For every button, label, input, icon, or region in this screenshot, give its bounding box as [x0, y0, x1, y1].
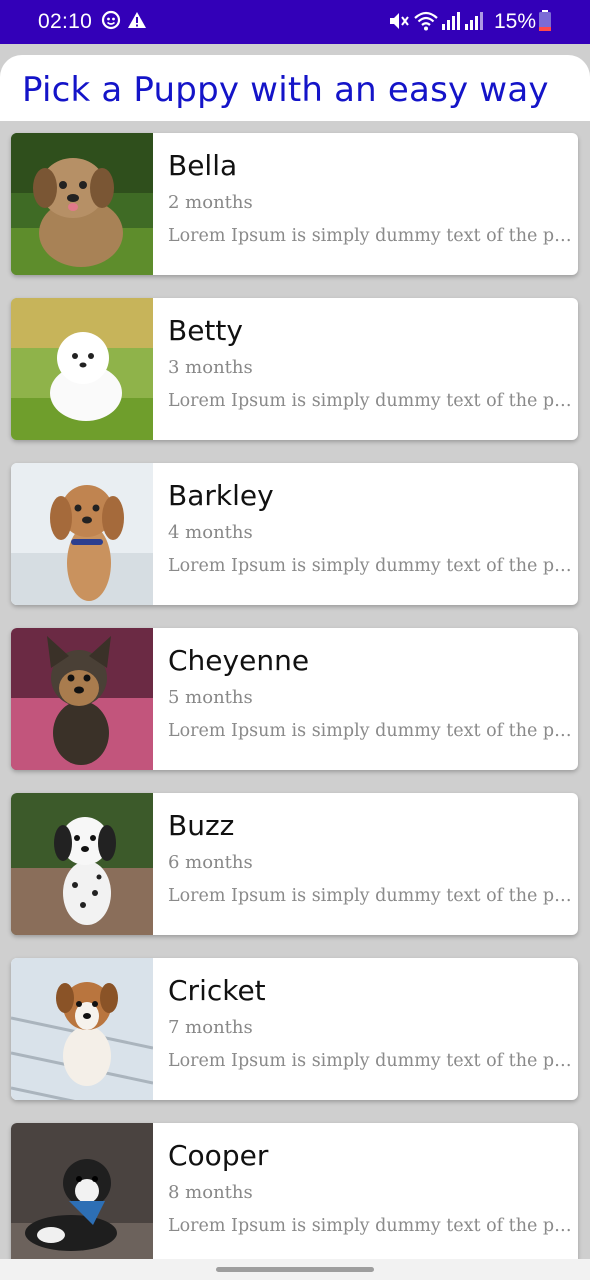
puppy-name: Betty: [168, 314, 243, 347]
puppy-description: Lorem Ipsum is simply dummy text of the …: [168, 556, 572, 576]
battery-icon: [538, 10, 552, 36]
warning-icon: [127, 10, 147, 34]
puppy-photo: [11, 628, 153, 770]
puppy-description: Lorem Ipsum is simply dummy text of the …: [168, 391, 572, 411]
puppy-age: 5 months: [168, 687, 253, 708]
mute-icon: [388, 10, 410, 36]
notification-sync-icon: [101, 10, 121, 34]
status-bar: 02:10 15%: [0, 0, 590, 44]
puppy-card[interactable]: Barkley 4 months Lorem Ipsum is simply d…: [11, 463, 578, 605]
puppy-card[interactable]: Buzz 6 months Lorem Ipsum is simply dumm…: [11, 793, 578, 935]
puppy-card[interactable]: Cheyenne 5 months Lorem Ipsum is simply …: [11, 628, 578, 770]
puppy-photo: [11, 958, 153, 1100]
puppy-name: Barkley: [168, 479, 274, 512]
puppy-photo: [11, 1123, 153, 1259]
wifi-icon: [413, 10, 439, 36]
puppy-name: Cooper: [168, 1139, 269, 1172]
puppy-age: 4 months: [168, 522, 253, 543]
puppy-name: Bella: [168, 149, 238, 182]
puppy-description: Lorem Ipsum is simply dummy text of the …: [168, 1051, 572, 1071]
puppy-list[interactable]: Bella 2 months Lorem Ipsum is simply dum…: [0, 121, 590, 1259]
puppy-photo: [11, 133, 153, 275]
battery-percentage: 15%: [494, 10, 537, 33]
puppy-photo: [11, 793, 153, 935]
home-gesture-handle[interactable]: [216, 1267, 374, 1272]
puppy-card[interactable]: Cooper 8 months Lorem Ipsum is simply du…: [11, 1123, 578, 1259]
puppy-photo: [11, 463, 153, 605]
puppy-card[interactable]: Cricket 7 months Lorem Ipsum is simply d…: [11, 958, 578, 1100]
puppy-age: 2 months: [168, 192, 253, 213]
puppy-age: 6 months: [168, 852, 253, 873]
puppy-card[interactable]: Bella 2 months Lorem Ipsum is simply dum…: [11, 133, 578, 275]
status-time: 02:10: [38, 10, 93, 33]
puppy-age: 3 months: [168, 357, 253, 378]
navigation-bar: [0, 1259, 590, 1280]
puppy-card[interactable]: Betty 3 months Lorem Ipsum is simply dum…: [11, 298, 578, 440]
puppy-description: Lorem Ipsum is simply dummy text of the …: [168, 721, 572, 741]
puppy-name: Cheyenne: [168, 644, 310, 677]
puppy-age: 7 months: [168, 1017, 253, 1038]
signal-icon: [441, 10, 461, 36]
signal-icon-2: [464, 10, 484, 36]
page-title: Pick a Puppy with an easy way: [22, 70, 549, 110]
puppy-description: Lorem Ipsum is simply dummy text of the …: [168, 886, 572, 906]
puppy-name: Cricket: [168, 974, 266, 1007]
puppy-description: Lorem Ipsum is simply dummy text of the …: [168, 1216, 572, 1236]
puppy-age: 8 months: [168, 1182, 253, 1203]
puppy-photo: [11, 298, 153, 440]
puppy-description: Lorem Ipsum is simply dummy text of the …: [168, 226, 572, 246]
header: Pick a Puppy with an easy way: [0, 55, 590, 121]
puppy-name: Buzz: [168, 809, 235, 842]
